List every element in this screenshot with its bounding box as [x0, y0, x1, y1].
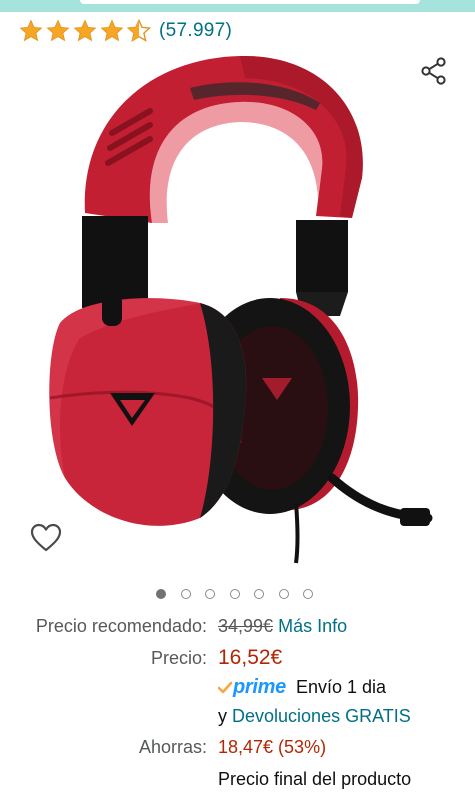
prime-check-icon [218, 681, 232, 693]
star-full-icon [46, 19, 70, 42]
price-value: 16,52€ [218, 646, 283, 669]
list-price-value: 34,99€ [218, 616, 274, 636]
star-full-icon [100, 19, 124, 42]
list-price-values: 34,99€ Más Info [218, 616, 347, 637]
list-price-label: Precio recomendado: [35, 616, 207, 636]
prime-shipping-text: Envío 1 dia [295, 677, 387, 697]
rating-row[interactable]: (57.997) [18, 18, 232, 44]
savings-row: Ahorras: 18,47€ (53%) [0, 733, 475, 761]
savings-label: Ahorras: [138, 737, 207, 757]
free-returns-link[interactable]: Devoluciones GRATIS [232, 706, 411, 726]
carousel-dot-7[interactable] [303, 589, 313, 599]
savings-value: 18,47€ (53%) [218, 737, 327, 757]
carousel-dot-4[interactable] [229, 589, 240, 599]
star-half-icon [126, 19, 152, 42]
carousel-dot-6[interactable] [278, 589, 289, 599]
returns-text: y Devoluciones GRATIS [218, 706, 411, 727]
returns-prefix: y [218, 706, 227, 726]
rating-count-link[interactable]: (57.997) [159, 20, 232, 42]
carousel-dot-1[interactable] [156, 589, 166, 599]
carousel-dot-2[interactable] [180, 589, 191, 599]
prime-row: prime Envío 1 dia [0, 672, 475, 700]
heart-outline-icon[interactable] [30, 523, 62, 553]
prime-logo-text: prime [233, 676, 286, 698]
list-price-row: Precio recomendado: 34,99€ Más Info [0, 612, 475, 640]
top-search-strip [0, 0, 475, 12]
carousel-dot-3[interactable] [205, 589, 215, 599]
image-carousel-dots[interactable] [156, 587, 328, 601]
star-rating[interactable] [18, 19, 153, 43]
price-label: Precio: [150, 648, 207, 668]
prime-shipping[interactable]: prime Envío 1 dia [218, 676, 386, 699]
star-full-icon [19, 19, 43, 42]
price-row: Precio: 16,52€ [0, 644, 475, 672]
carousel-dot-5[interactable] [254, 589, 264, 599]
more-info-link[interactable]: Más Info [278, 616, 347, 636]
search-bar-edge[interactable] [80, 0, 420, 4]
star-full-icon [73, 19, 97, 42]
final-price-note: Precio final del producto [218, 769, 412, 789]
final-price-row: Precio final del producto [0, 765, 475, 793]
returns-row: y Devoluciones GRATIS [0, 702, 475, 730]
product-image-headset[interactable] [40, 48, 440, 568]
